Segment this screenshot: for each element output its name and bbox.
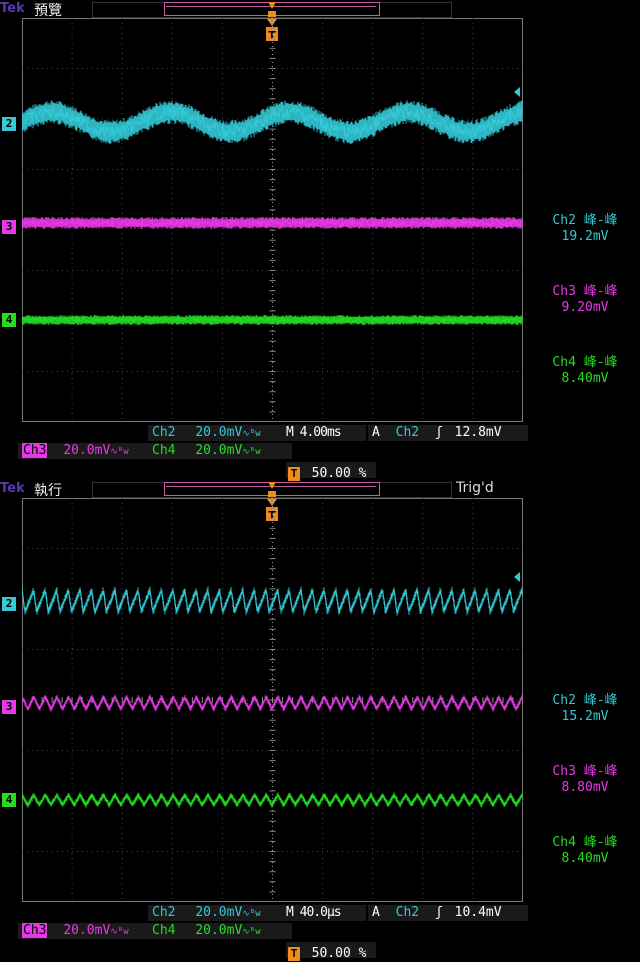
ch2-readout-scale: 20.0mV <box>195 425 243 440</box>
trigger-position-value: 50.00 % <box>311 466 367 481</box>
meas-ch4-value: 8.40mV <box>561 371 609 386</box>
acquisition-status: 執行 <box>34 483 62 499</box>
ch4-readout-scale: 20.0mV <box>195 923 243 938</box>
trigger-position-badge[interactable]: T 50.00 % <box>286 462 376 481</box>
ch4-readout-label: Ch4 <box>152 443 176 458</box>
meas-ch2-value: 15.2mV <box>561 709 609 724</box>
meas-ch3-value: 8.80mV <box>561 780 609 795</box>
meas-ch3-value: 9.20mV <box>561 300 609 315</box>
trigger-state: Trig'd <box>456 480 494 496</box>
graticule <box>22 498 523 902</box>
ch2-readout-scale: 20.0mV <box>195 905 243 920</box>
ch2-readout[interactable]: Ch2 20.0mV∿ᴮw <box>148 425 292 441</box>
trigger-mode: A <box>372 425 380 440</box>
ch3-readout-scale: 20.0mV <box>63 923 111 938</box>
ch2-readout[interactable]: Ch2 20.0mV∿ᴮw <box>148 905 292 921</box>
graticule <box>22 18 523 422</box>
t-badge-icon: T <box>288 947 300 961</box>
trigger-level: 10.4mV <box>454 905 502 920</box>
trigger-slope-icon: ʃ <box>434 905 443 920</box>
scope-panel-2: Tek 執行 Trig'd T 2 3 4 Ch2 峰-峰 15.2mV Ch3… <box>0 480 640 961</box>
tek-logo: Tek <box>0 1 25 16</box>
trigger-level: 12.8mV <box>454 425 502 440</box>
trigger-source: Ch2 <box>395 425 420 440</box>
timebase-value: M 40.0µs <box>286 905 342 920</box>
ch4-marker[interactable]: 4 <box>2 793 16 807</box>
ch3-readout-label: Ch3 <box>22 923 48 938</box>
ch3-readout-scale: 20.0mV <box>63 443 111 458</box>
ch3-readout-label: Ch3 <box>22 443 48 458</box>
bw-limit-icon: ∿ᴮw <box>242 927 261 937</box>
trigger-source: Ch2 <box>395 905 420 920</box>
ch3-marker[interactable]: 3 <box>2 700 16 714</box>
bw-limit-icon: ∿ᴮw <box>110 927 129 937</box>
trigger-slope-icon: ʃ <box>434 425 443 440</box>
ch3-readout[interactable]: Ch3 20.0mV∿ᴮw <box>18 443 156 459</box>
t-badge-icon: T <box>288 467 300 481</box>
meas-ch4-value: 8.40mV <box>561 851 609 866</box>
timebase-value: M 4.00ms <box>286 425 342 440</box>
meas-ch2-label: Ch2 峰-峰 <box>552 213 618 228</box>
ch2-marker[interactable]: 2 <box>2 597 16 611</box>
bw-limit-icon: ∿ᴮw <box>242 909 261 919</box>
trigger-readout[interactable]: A Ch2 ʃ 10.4mV <box>368 905 528 921</box>
meas-ch4-label: Ch4 峰-峰 <box>552 355 618 370</box>
bw-limit-icon: ∿ᴮw <box>242 429 261 439</box>
trigger-position-value: 50.00 % <box>311 946 367 961</box>
meas-ch2-value: 19.2mV <box>561 229 609 244</box>
ch2-readout-label: Ch2 <box>152 425 176 440</box>
ch4-readout[interactable]: Ch4 20.0mV∿ᴮw <box>148 923 292 939</box>
tek-logo: Tek <box>0 481 25 496</box>
meas-ch2-label: Ch2 峰-峰 <box>552 693 618 708</box>
trigger-mode: A <box>372 905 380 920</box>
trigger-position-badge[interactable]: T 50.00 % <box>286 942 376 961</box>
meas-ch3-label: Ch3 峰-峰 <box>552 764 618 779</box>
ch4-marker[interactable]: 4 <box>2 313 16 327</box>
ch3-marker[interactable]: 3 <box>2 220 16 234</box>
timebase-readout[interactable]: M 40.0µs <box>282 905 366 921</box>
ch2-marker[interactable]: 2 <box>2 117 16 131</box>
bw-limit-icon: ∿ᴮw <box>242 447 261 457</box>
ch4-readout[interactable]: Ch4 20.0mV∿ᴮw <box>148 443 292 459</box>
meas-ch3-label: Ch3 峰-峰 <box>552 284 618 299</box>
timebase-readout[interactable]: M 4.00ms <box>282 425 366 441</box>
ch2-readout-label: Ch2 <box>152 905 176 920</box>
ch4-readout-label: Ch4 <box>152 923 176 938</box>
acquisition-status: 預覽 <box>34 3 62 19</box>
scope-panel-1: Tek 預覽 T 2 3 4 Ch2 峰-峰 19.2mV Ch3 峰-峰 9.… <box>0 0 640 481</box>
trigger-level-arrow[interactable] <box>512 86 522 98</box>
ch3-readout[interactable]: Ch3 20.0mV∿ᴮw <box>18 923 156 939</box>
ch4-readout-scale: 20.0mV <box>195 443 243 458</box>
meas-ch4-label: Ch4 峰-峰 <box>552 835 618 850</box>
bw-limit-icon: ∿ᴮw <box>110 447 129 457</box>
trigger-readout[interactable]: A Ch2 ʃ 12.8mV <box>368 425 528 441</box>
trigger-level-arrow[interactable] <box>512 571 522 583</box>
